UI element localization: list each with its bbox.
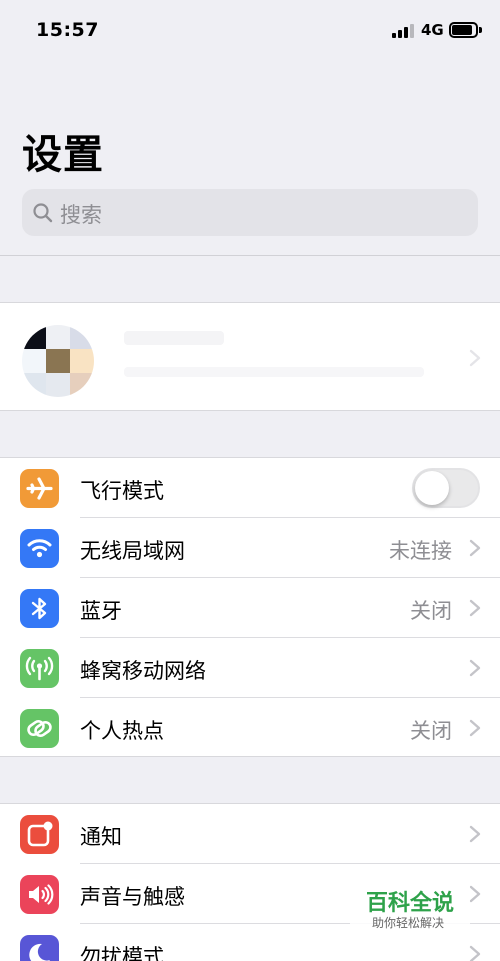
moon-icon [20, 935, 59, 961]
notification-icon [20, 815, 59, 854]
settings-row-value: 关闭 [410, 719, 452, 743]
bluetooth-icon [20, 589, 59, 628]
watermark-subtitle: 助你轻松解决 [372, 916, 445, 930]
settings-row-wifi[interactable]: 无线局域网 未连接 [0, 518, 500, 578]
status-time: 15:57 [36, 19, 99, 41]
profile-name-blurred [124, 331, 224, 345]
antenna-icon [20, 649, 59, 688]
avatar [22, 325, 94, 397]
apple-id-profile[interactable] [0, 302, 500, 411]
airplane-mode-toggle[interactable] [412, 468, 480, 508]
network-type: 4G [421, 21, 444, 39]
airplane-icon [20, 469, 59, 508]
settings-row-cellular[interactable]: 蜂窝移动网络 [0, 638, 500, 698]
settings-row-label: 勿扰模式 [80, 945, 164, 961]
battery-icon [449, 22, 482, 38]
settings-row-label: 蜂窝移动网络 [80, 659, 206, 683]
settings-row-hotspot[interactable]: 个人热点 关闭 [0, 698, 500, 758]
watermark: 百科全说 助你轻松解决 [350, 880, 470, 936]
chevron-right-icon [469, 349, 481, 367]
wifi-icon [20, 529, 59, 568]
search-input[interactable]: 搜索 [22, 189, 478, 236]
profile-subtitle-blurred [124, 367, 424, 377]
network-settings-group: 飞行模式 无线局域网 未连接 蓝牙 关闭 蜂窝移动网络 个人热点 关闭 [0, 457, 500, 757]
chevron-right-icon [469, 539, 481, 557]
link-icon [20, 709, 59, 748]
settings-row-label: 声音与触感 [80, 885, 185, 909]
settings-row-value: 未连接 [389, 539, 452, 563]
settings-row-value: 关闭 [410, 599, 452, 623]
speaker-icon [20, 875, 59, 914]
chevron-right-icon [469, 825, 481, 843]
settings-row-label: 蓝牙 [80, 599, 122, 623]
chevron-right-icon [469, 945, 481, 961]
search-placeholder: 搜索 [60, 203, 102, 227]
toggle-knob [415, 471, 449, 505]
chevron-right-icon [469, 885, 481, 903]
settings-row-label: 个人热点 [80, 719, 164, 743]
settings-row-label: 通知 [80, 825, 122, 849]
header-divider [0, 255, 500, 256]
settings-row-bluetooth[interactable]: 蓝牙 关闭 [0, 578, 500, 638]
chevron-right-icon [469, 719, 481, 737]
search-icon [33, 203, 53, 223]
page-title: 设置 [22, 132, 104, 178]
watermark-title: 百科全说 [366, 891, 455, 916]
settings-row-label: 飞行模式 [80, 479, 164, 503]
settings-row-label: 无线局域网 [80, 539, 185, 563]
settings-row-notifications[interactable]: 通知 [0, 804, 500, 864]
chevron-right-icon [469, 659, 481, 677]
chevron-right-icon [469, 599, 481, 617]
status-bar: 15:57 4G [0, 0, 500, 62]
signal-strength-icon [392, 23, 416, 38]
settings-row-airplane[interactable]: 飞行模式 [0, 458, 500, 518]
